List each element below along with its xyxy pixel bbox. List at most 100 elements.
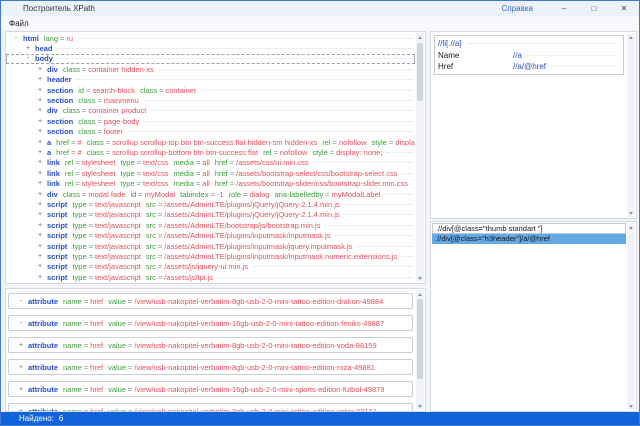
tree-node-a[interactable]: +ahref=#class=scrollup scrollup-bottom b… (6, 147, 415, 157)
tree-node-body[interactable]: -body (6, 54, 415, 64)
tree-node-a[interactable]: +ahref=#class=scrollup scrollup-top btn … (6, 137, 415, 147)
expand-toggle-icon[interactable]: + (36, 87, 44, 94)
tree-node-script[interactable]: +scripttype=text/javascriptsrc=/assets/j… (6, 272, 415, 282)
scroll-up-button[interactable] (627, 223, 635, 231)
dotted-leader (144, 121, 413, 122)
equals-sign: = (84, 363, 88, 372)
tree-node-section[interactable]: +sectionid=search-blockclass=container (6, 85, 415, 95)
scroll-thumb[interactable] (417, 299, 423, 379)
tree-node-div[interactable]: +divclass=container product (6, 106, 415, 116)
attr-value: scrollup scrollup-bottom btn btn-success… (112, 148, 258, 157)
expand-toggle-icon[interactable]: + (36, 159, 44, 166)
tree-node-link[interactable]: +linkrel=stylesheettype=text/cssmedia=al… (6, 158, 415, 168)
attr-value: /view/usb-nakopitel-verbatim-8gb-usb-2-0… (134, 363, 375, 372)
tree-node-script[interactable]: +scripttype=text/javascriptsrc=/assets/A… (6, 241, 415, 251)
scroll-down-button[interactable] (416, 274, 424, 282)
expand-toggle-icon[interactable]: + (36, 128, 44, 135)
equals-sign: = (137, 169, 141, 178)
expand-toggle-icon[interactable]: - (17, 298, 25, 305)
equals-sign: = (243, 190, 247, 199)
tree-node-script[interactable]: +scripttype=text/javascriptsrc=/assets/A… (6, 199, 415, 209)
attr-value: stylesheet (82, 169, 116, 178)
result-row[interactable]: -attributename=hrefvalue=/view/usb-nakop… (8, 293, 413, 309)
tree-node-section[interactable]: +sectionclass=mainmenu (6, 95, 415, 105)
expand-toggle-icon[interactable]: + (36, 139, 44, 146)
arrow-up-icon (629, 226, 633, 229)
expand-toggle-icon[interactable]: + (36, 149, 44, 156)
expand-toggle-icon[interactable]: + (17, 342, 25, 349)
expand-toggle-icon[interactable]: + (36, 191, 44, 198)
minimize-button[interactable]: – (549, 1, 579, 16)
result-row[interactable]: +attributename=hrefvalue=/view/usb-nakop… (8, 337, 413, 353)
tree-node-script[interactable]: +scripttype=text/javascriptsrc=/assets/A… (6, 210, 415, 220)
window-title: Построитель XPath (23, 4, 95, 13)
tree-node-script[interactable]: +scripttype=text/javascriptsrc=/assets/j… (6, 262, 415, 272)
result-row[interactable]: +attributename=hrefvalue=/view/usb-nakop… (8, 403, 413, 411)
expand-toggle-icon[interactable]: + (36, 76, 44, 83)
scroll-up-button[interactable] (416, 33, 424, 41)
tree-node-link[interactable]: +linkrel=stylesheettype=text/cssmedia=al… (6, 178, 415, 188)
tree-node-script[interactable]: +scripttype=text/javascriptsrc=/assets/A… (6, 251, 415, 261)
expand-toggle-icon[interactable]: + (17, 386, 25, 393)
tree-node-div[interactable]: +divclass=container hidden-xs (6, 64, 415, 74)
expand-toggle-icon[interactable]: + (24, 45, 32, 52)
expand-toggle-icon[interactable]: + (36, 243, 44, 250)
menu-file[interactable]: Файл (1, 19, 37, 28)
equals-sign: = (84, 341, 88, 350)
expand-toggle-icon[interactable]: - (17, 320, 25, 327)
tree-node-section[interactable]: +sectionclass=footer (6, 127, 415, 137)
expand-toggle-icon[interactable]: + (36, 180, 44, 187)
help-link[interactable]: Справка (502, 4, 533, 13)
result-row[interactable]: +attributename=hrefvalue=/view/usb-nakop… (8, 359, 413, 375)
scroll-down-button[interactable] (627, 209, 635, 217)
dotted-leader (159, 69, 413, 70)
scroll-thumb[interactable] (417, 43, 423, 101)
xpath-scrollbar[interactable] (627, 223, 635, 410)
tree-node-section[interactable]: +sectionclass=page-body (6, 116, 415, 126)
expand-toggle-icon[interactable]: + (36, 222, 44, 229)
expand-toggle-icon[interactable]: + (36, 66, 44, 73)
result-row[interactable]: -attributename=hrefvalue=/view/usb-nakop… (8, 315, 413, 331)
tree-node-head[interactable]: +head (6, 43, 415, 53)
expand-toggle-icon[interactable]: + (36, 253, 44, 260)
attr-name: class (140, 86, 157, 95)
dotted-leader (77, 79, 413, 80)
attr-name: type (72, 210, 86, 219)
expand-toggle-icon[interactable]: + (36, 97, 44, 104)
tree-scrollbar[interactable] (416, 33, 424, 282)
result-row[interactable]: +attributename=hrefvalue=/view/usb-nakop… (8, 381, 413, 397)
expand-toggle-icon[interactable]: + (36, 201, 44, 208)
scroll-down-button[interactable] (627, 402, 635, 410)
xpath-item[interactable]: .//div[@class="h3header"]/a/@href (432, 234, 626, 245)
scroll-up-button[interactable] (416, 290, 424, 298)
tree-node-script[interactable]: +scripttype=text/javascriptsrc=/assets/A… (6, 220, 415, 230)
tree-node-div[interactable]: +divclass=modal fadeid=myModaltabindex=-… (6, 189, 415, 199)
expand-toggle-icon[interactable]: - (24, 55, 32, 62)
tree-node-header[interactable]: +header (6, 75, 415, 85)
field-xpath[interactable]: //a/@href (513, 62, 546, 71)
expand-toggle-icon[interactable]: + (36, 118, 44, 125)
scroll-up-button[interactable] (627, 33, 635, 41)
query-input[interactable]: //li[.//a] (438, 37, 620, 50)
tree-node-html[interactable]: -htmllang=ru (6, 33, 415, 43)
expand-toggle-icon[interactable]: + (36, 274, 44, 281)
expand-toggle-icon[interactable]: + (17, 408, 25, 412)
results-scrollbar[interactable] (416, 290, 424, 410)
xpath-item[interactable]: .//div[@class="thumb standart "] (432, 223, 626, 234)
equals-sign: = (128, 363, 132, 372)
expand-toggle-icon[interactable]: + (36, 170, 44, 177)
expand-toggle-icon[interactable]: + (17, 364, 25, 371)
maximize-button[interactable]: □ (579, 1, 609, 16)
query-scrollbar[interactable] (627, 33, 635, 217)
equals-sign: = (89, 252, 93, 261)
tree-node-link[interactable]: +linkrel=stylesheettype=text/cssmedia=al… (6, 168, 415, 178)
expand-toggle-icon[interactable]: + (36, 107, 44, 114)
expand-toggle-icon[interactable]: + (36, 232, 44, 239)
scroll-down-button[interactable] (416, 402, 424, 410)
tree-node-script[interactable]: +scripttype=text/javascriptsrc=/assets/A… (6, 230, 415, 240)
expand-toggle-icon[interactable]: + (36, 263, 44, 270)
close-button[interactable]: ✕ (609, 1, 639, 16)
expand-toggle-icon[interactable]: + (36, 211, 44, 218)
field-xpath[interactable]: //a (513, 51, 522, 60)
expand-toggle-icon[interactable]: - (12, 35, 20, 42)
